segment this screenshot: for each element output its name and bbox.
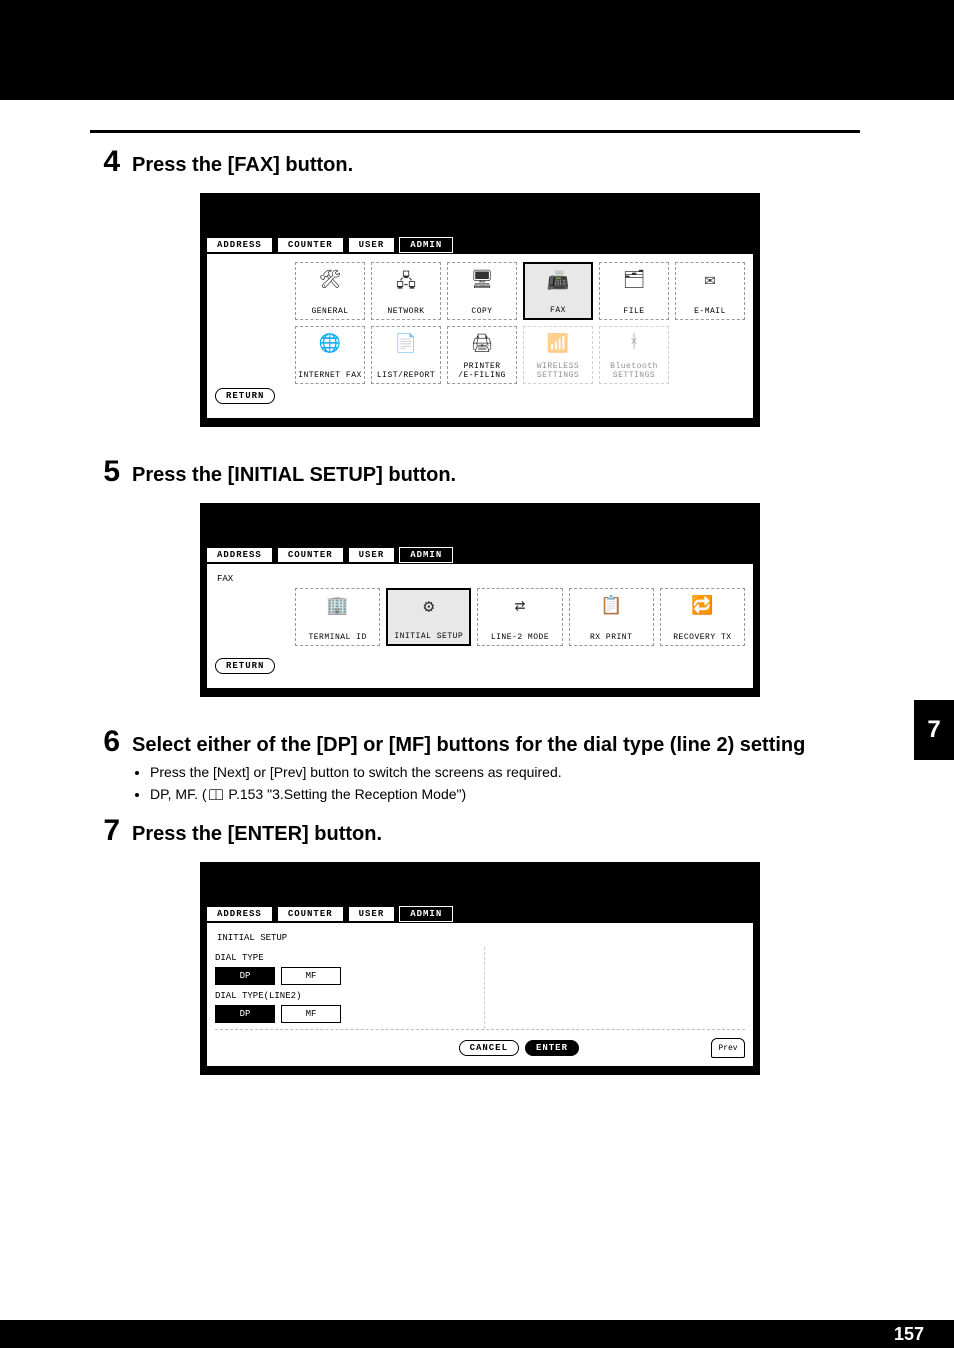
copy-icon: 🖥 (448, 269, 516, 291)
note-line: DP, MF. ( P.153 "3.Setting the Reception… (150, 785, 860, 805)
btn-mf-line2[interactable]: MF (281, 1005, 341, 1023)
label-dial-type-line2: DIAL TYPE(LINE2) (215, 991, 476, 1001)
step-title: Press the [INITIAL SETUP] button. (132, 464, 456, 487)
wireless-icon: 📶 (524, 333, 592, 355)
internet-fax-icon: 🌐 (296, 333, 364, 355)
book-icon (209, 789, 223, 800)
tab-user[interactable]: USER (348, 547, 396, 563)
initial-setup-icon: ⚙ (388, 596, 469, 618)
tab-admin[interactable]: ADMIN (399, 906, 453, 922)
btn-bluetooth: ᚼBluetooth SETTINGS (599, 326, 669, 384)
admin-screen: ADDRESS COUNTER USER ADMIN 🛠GENERAL 🖧NET… (200, 193, 760, 427)
tab-address[interactable]: ADDRESS (206, 237, 273, 253)
btn-terminal-id[interactable]: 🏢TERMINAL ID (295, 588, 380, 646)
label-dial-type: DIAL TYPE (215, 953, 476, 963)
prev-button[interactable]: Prev (711, 1038, 745, 1058)
btn-dp-line2[interactable]: DP (215, 1005, 275, 1023)
btn-dp-line1[interactable]: DP (215, 967, 275, 985)
page-number: 157 (894, 1324, 924, 1345)
tab-counter[interactable]: COUNTER (277, 237, 344, 253)
step-number: 6 (90, 725, 120, 759)
page-content: 4 Press the [FAX] button. ADDRESS COUNTE… (90, 145, 860, 1103)
recovery-icon: 🔁 (661, 595, 744, 617)
btn-network[interactable]: 🖧NETWORK (371, 262, 441, 320)
btn-email[interactable]: ✉E-MAIL (675, 262, 745, 320)
tab-counter[interactable]: COUNTER (277, 906, 344, 922)
step-title: Select either of the [DP] or [MF] button… (132, 734, 805, 757)
top-black-bar (0, 0, 954, 100)
fax-screen: ADDRESS COUNTER USER ADMIN FAX 🏢TERMINAL… (200, 503, 760, 697)
fax-icon: 📠 (525, 270, 591, 292)
tab-user[interactable]: USER (348, 906, 396, 922)
network-icon: 🖧 (372, 269, 440, 299)
list-report-icon: 📄 (372, 333, 440, 355)
btn-line2-mode[interactable]: ⇄LINE-2 MODE (477, 588, 562, 646)
page-footer: 157 (0, 1320, 954, 1348)
terminal-id-icon: 🏢 (296, 595, 379, 617)
initial-setup-screen: ADDRESS COUNTER USER ADMIN INITIAL SETUP… (200, 862, 760, 1075)
btn-file[interactable]: 🗂FILE (599, 262, 669, 320)
tab-counter[interactable]: COUNTER (277, 547, 344, 563)
line2-icon: ⇄ (478, 595, 561, 617)
file-icon: 🗂 (600, 269, 668, 291)
btn-fax[interactable]: 📠FAX (523, 262, 593, 320)
step-title: Press the [FAX] button. (132, 154, 353, 177)
btn-printer-efiling[interactable]: 🖨PRINTER /E-FILING (447, 326, 517, 384)
printer-icon: 🖨 (448, 333, 516, 355)
btn-recovery-tx[interactable]: 🔁RECOVERY TX (660, 588, 745, 646)
chapter-tab: 7 (914, 700, 954, 760)
email-icon: ✉ (676, 269, 744, 291)
btn-mf-line1[interactable]: MF (281, 967, 341, 985)
note-line: Press the [Next] or [Prev] button to swi… (150, 763, 860, 783)
context-fax: FAX (215, 572, 745, 588)
btn-rx-print[interactable]: 📋RX PRINT (569, 588, 654, 646)
step-number: 5 (90, 455, 120, 489)
step-6: 6 Select either of the [DP] or [MF] butt… (90, 725, 860, 804)
step-7: 7 Press the [ENTER] button. ADDRESS COUN… (90, 814, 860, 1075)
enter-button[interactable]: ENTER (525, 1040, 579, 1056)
btn-copy[interactable]: 🖥COPY (447, 262, 517, 320)
rx-print-icon: 📋 (570, 595, 653, 617)
return-button[interactable]: RETURN (215, 658, 275, 674)
step-4: 4 Press the [FAX] button. ADDRESS COUNTE… (90, 145, 860, 427)
step-number: 7 (90, 814, 120, 848)
horizontal-rule (90, 130, 860, 133)
btn-initial-setup[interactable]: ⚙INITIAL SETUP (386, 588, 471, 646)
btn-wireless: 📶WIRELESS SETTINGS (523, 326, 593, 384)
btn-list-report[interactable]: 📄LIST/REPORT (371, 326, 441, 384)
tab-address[interactable]: ADDRESS (206, 906, 273, 922)
btn-internet-fax[interactable]: 🌐INTERNET FAX (295, 326, 365, 384)
step-title: Press the [ENTER] button. (132, 823, 382, 846)
context-initial-setup: INITIAL SETUP (215, 931, 745, 947)
tab-user[interactable]: USER (348, 237, 396, 253)
step-number: 4 (90, 145, 120, 179)
cancel-button[interactable]: CANCEL (459, 1040, 519, 1056)
tab-admin[interactable]: ADMIN (399, 547, 453, 563)
btn-general[interactable]: 🛠GENERAL (295, 262, 365, 320)
general-icon: 🛠 (296, 269, 364, 291)
tab-admin[interactable]: ADMIN (399, 237, 453, 253)
bluetooth-icon: ᚼ (600, 333, 668, 353)
tab-address[interactable]: ADDRESS (206, 547, 273, 563)
step-5: 5 Press the [INITIAL SETUP] button. ADDR… (90, 455, 860, 697)
return-button[interactable]: RETURN (215, 388, 275, 404)
